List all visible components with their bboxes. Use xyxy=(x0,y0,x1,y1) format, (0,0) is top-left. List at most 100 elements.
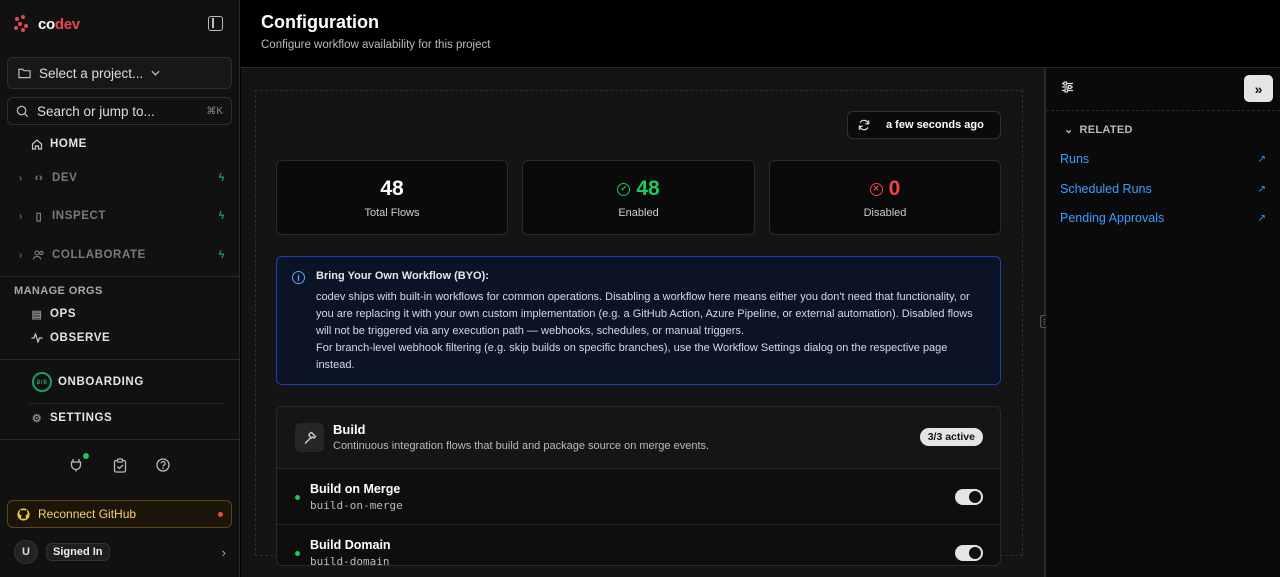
stat-value-row: ✕ 0 xyxy=(770,177,1000,201)
user-menu[interactable]: U Signed In › xyxy=(14,540,226,564)
refresh-button[interactable]: a few seconds ago xyxy=(847,111,1001,139)
sidebar-item-inspect[interactable]: › ▯ INSPECT ϟ xyxy=(0,208,239,224)
related-link-pending-approvals[interactable]: Pending Approvals ↗ xyxy=(1060,211,1266,225)
search-input[interactable]: Search or jump to... ⌘K xyxy=(7,97,232,125)
status-dot xyxy=(295,551,300,556)
related-link-runs[interactable]: Runs ↗ xyxy=(1060,152,1266,166)
stat-value: 0 xyxy=(888,177,901,200)
external-link-icon: ↗ xyxy=(1257,153,1266,165)
sidebar-item-label: SETTINGS xyxy=(50,412,113,424)
refresh-time: a few seconds ago xyxy=(886,119,984,131)
refresh-icon xyxy=(858,119,870,131)
search-placeholder: Search or jump to... xyxy=(37,103,155,119)
search-shortcut: ⌘K xyxy=(206,105,223,117)
related-heading: RELATED xyxy=(1079,123,1133,136)
reconnect-github-label: Reconnect GitHub xyxy=(38,507,137,521)
divider xyxy=(0,359,239,360)
gear-icon: ⚙ xyxy=(31,412,43,425)
brand-name: codev xyxy=(38,15,80,33)
clipboard-icon: ▯ xyxy=(35,210,43,223)
stat-label: Disabled xyxy=(863,207,907,219)
page-title: Configuration xyxy=(261,12,379,32)
status-dot xyxy=(83,453,89,459)
home-icon xyxy=(30,137,44,151)
sidebar-item-settings[interactable]: ⚙ SETTINGS xyxy=(0,410,239,426)
chevron-down-icon: ⌄ xyxy=(1064,124,1074,136)
link-label: Pending Approvals xyxy=(1060,211,1165,225)
sidebar-item-label: OPS xyxy=(50,308,77,320)
sidebar-item-home[interactable]: HOME xyxy=(0,136,239,152)
x-circle-icon: ✕ xyxy=(869,182,883,196)
page-subtitle: Configure workflow availability for this… xyxy=(261,39,491,51)
flow-slug: build-on-merge xyxy=(310,499,403,512)
sidebar: codev Select a project... Search or jump… xyxy=(0,0,240,577)
users-icon xyxy=(32,248,46,262)
hammer-icon xyxy=(295,423,324,452)
link-label: Scheduled Runs xyxy=(1060,182,1152,196)
stat-enabled: ✓ 48 Enabled xyxy=(522,160,755,235)
stat-label: Total Flows xyxy=(364,207,420,219)
stat-value: 48 xyxy=(380,177,404,200)
stat-total-flows: 48 Total Flows xyxy=(276,160,508,235)
divider xyxy=(1046,110,1280,111)
sidebar-item-ops[interactable]: ▤ OPS xyxy=(0,306,239,322)
chevron-right-icon: › xyxy=(19,249,23,261)
stat-disabled: ✕ 0 Disabled xyxy=(769,160,1001,235)
sidebar-item-label: COLLABORATE xyxy=(52,249,146,261)
byo-info-callout: i Bring Your Own Workflow (BYO): codev s… xyxy=(276,256,1001,385)
reconnect-github-button[interactable]: Reconnect GitHub xyxy=(7,500,232,528)
info-body-secondary: For branch-level webhook filtering (e.g.… xyxy=(316,342,948,371)
folder-icon xyxy=(18,68,31,79)
right-panel xyxy=(1046,68,1280,577)
flow-name: Build Domain xyxy=(310,538,391,552)
sidebar-collapse-icon[interactable] xyxy=(208,16,223,31)
link-label: Runs xyxy=(1060,152,1090,166)
search-icon xyxy=(16,105,29,117)
sidebar-item-label: OBSERVE xyxy=(50,332,111,344)
flow-row: Build on Merge build-on-merge xyxy=(277,469,1000,525)
chevrons-right-icon[interactable]: » xyxy=(1244,75,1273,102)
sidebar-footer-icons xyxy=(0,453,239,476)
flow-slug: build-domain xyxy=(310,555,390,566)
plug-icon[interactable] xyxy=(67,453,89,474)
code-icon: ‹› xyxy=(34,172,44,184)
flow-row: Build Domain build-domain xyxy=(277,525,1000,566)
bolt-icon: ϟ xyxy=(218,249,225,261)
related-link-scheduled-runs[interactable]: Scheduled Runs ↗ xyxy=(1060,182,1266,196)
related-section-toggle[interactable]: ⌄ RELATED xyxy=(1064,123,1133,137)
flow-toggle[interactable] xyxy=(955,545,983,561)
flow-name: Build on Merge xyxy=(310,482,401,496)
info-icon: i xyxy=(292,271,305,284)
signed-in-badge: Signed In xyxy=(46,543,110,561)
sidebar-item-label: INSPECT xyxy=(52,210,107,222)
sidebar-item-collaborate[interactable]: › COLLABORATE ϟ xyxy=(0,247,239,263)
chevron-right-icon: › xyxy=(19,172,23,184)
clipboard-check-icon[interactable] xyxy=(111,456,129,474)
info-title: Bring Your Own Workflow (BYO): xyxy=(316,270,489,282)
status-dot xyxy=(295,495,300,500)
stat-value: 48 xyxy=(636,177,660,200)
group-description: Continuous integration flows that build … xyxy=(333,440,710,452)
brand[interactable]: codev xyxy=(14,14,80,34)
workflow-group-build: Build Continuous integration flows that … xyxy=(276,406,1001,566)
help-icon[interactable] xyxy=(154,456,172,474)
chevron-right-icon: › xyxy=(221,544,226,560)
sidebar-item-label: ONBOARDING xyxy=(58,376,144,388)
sidebar-item-observe[interactable]: OBSERVE xyxy=(0,330,239,346)
external-link-icon: ↗ xyxy=(1257,183,1266,195)
project-select[interactable]: Select a project... xyxy=(7,57,232,89)
stat-value-row: ✓ 48 xyxy=(523,177,754,201)
codev-logo-icon xyxy=(14,15,32,33)
flow-toggle[interactable] xyxy=(955,489,983,505)
sidebar-item-label: DEV xyxy=(52,172,78,184)
stat-label: Enabled xyxy=(618,207,659,219)
sidebar-item-onboarding[interactable]: 8/8 ONBOARDING xyxy=(0,372,239,392)
active-count-badge: 3/3 active xyxy=(919,428,983,446)
sliders-icon[interactable] xyxy=(1061,81,1074,96)
onboarding-progress-ring: 8/8 xyxy=(32,372,52,392)
divider xyxy=(30,403,225,404)
info-text: codev ships with built-in workflows for … xyxy=(316,289,988,374)
group-header: Build Continuous integration flows that … xyxy=(277,407,1000,469)
sidebar-item-dev[interactable]: › ‹› DEV ϟ xyxy=(0,170,239,186)
external-link-icon: ↗ xyxy=(1257,212,1266,224)
